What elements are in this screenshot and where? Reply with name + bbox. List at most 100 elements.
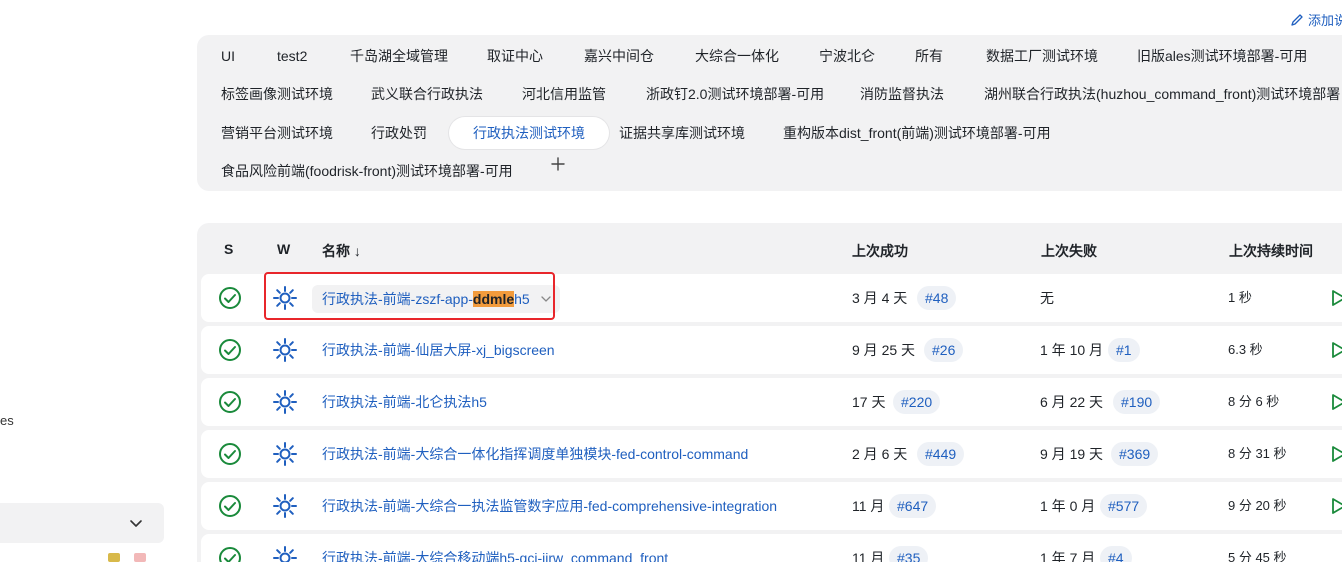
last-failure-build-wrap: #4	[1090, 546, 1132, 562]
table-row: 行政执法-前端-仙居大屏-xj_bigscreen 9 月 25 天 #26 1…	[201, 326, 1342, 374]
play-build-icon[interactable]	[1328, 392, 1342, 412]
last-duration: 9 分 20 秒	[1228, 498, 1287, 513]
column-header-last-failure[interactable]: 上次失败	[1041, 241, 1097, 261]
tab-all[interactable]: 所有	[891, 40, 967, 72]
jenkins-dashboard: es 添加说 UI test2 千岛湖全域管理 取证中心 嘉兴中间仓 大综合一体…	[0, 0, 1342, 562]
last-success-time: 9 月 25 天	[852, 342, 916, 358]
last-success-time: 2 月 6 天	[852, 446, 908, 462]
tab-test2[interactable]: test2	[253, 40, 331, 72]
weather-small-icon	[108, 553, 120, 562]
success-status-icon	[219, 547, 241, 562]
column-header-name[interactable]: 名称 ↓	[322, 241, 361, 261]
sunny-weather-icon	[273, 494, 297, 518]
last-success-build-wrap: #26	[914, 338, 964, 362]
tab-zhezhengding[interactable]: 浙政钉2.0测试环境部署-可用	[622, 78, 848, 110]
column-header-last-duration[interactable]: 上次持续时间	[1229, 241, 1313, 261]
sunny-weather-icon	[273, 442, 297, 466]
tab-fire[interactable]: 消防监督执法	[836, 78, 968, 110]
last-failure-build-wrap: #190	[1103, 390, 1161, 414]
tab-tag-profile[interactable]: 标签画像测试环境	[197, 78, 357, 110]
last-failure-time: 6 月 22 天	[1040, 394, 1104, 410]
last-success-build-wrap: #449	[907, 442, 965, 466]
tab-law-enforcement-test[interactable]: 行政执法测试环境	[449, 117, 609, 149]
last-success-build-wrap: #48	[907, 286, 957, 310]
last-failure-time: 9 月 19 天	[1040, 446, 1104, 462]
sunny-weather-icon	[273, 546, 297, 562]
last-success-build-wrap: #35	[879, 546, 929, 562]
last-failure-build[interactable]: #190	[1113, 390, 1161, 414]
tab-qiandaohu[interactable]: 千岛湖全域管理	[326, 40, 472, 72]
tab-marketing[interactable]: 营销平台测试环境	[197, 117, 357, 149]
success-status-icon	[219, 391, 241, 413]
error-small-icon	[134, 553, 146, 562]
last-success-build-wrap: #647	[879, 494, 937, 518]
tab-ui[interactable]: UI	[197, 40, 259, 72]
tab-jiaxing[interactable]: 嘉兴中间仓	[560, 40, 678, 72]
last-duration: 8 分 6 秒	[1228, 394, 1280, 409]
last-duration: 6.3 秒	[1228, 342, 1263, 357]
play-build-icon[interactable]	[1328, 444, 1342, 464]
job-link[interactable]: 行政执法-前端-大综合移动端h5-gcj-jirw_command_front	[322, 548, 668, 562]
last-failure-build[interactable]: #577	[1100, 494, 1148, 518]
tab-hebei[interactable]: 河北信用监管	[498, 78, 630, 110]
column-header-status[interactable]: S	[224, 241, 233, 257]
tab-huzhou[interactable]: 湖州联合行政执法(huzhou_command_front)测试环境部署	[960, 78, 1342, 110]
column-header-weather[interactable]: W	[277, 241, 290, 257]
edit-icon	[1291, 13, 1303, 26]
last-failure-time: 无	[1040, 290, 1054, 306]
tab-wuyi[interactable]: 武义联合行政执法	[347, 78, 507, 110]
table-row: 行政执法-前端-北仑执法h5 17 天 #220 6 月 22 天 #190 8…	[201, 378, 1342, 426]
last-failure-build[interactable]: #369	[1111, 442, 1159, 466]
job-link[interactable]: 行政执法-前端-北仑执法h5	[322, 392, 487, 412]
last-success-build[interactable]: #220	[893, 390, 941, 414]
last-success-build[interactable]: #449	[917, 442, 965, 466]
column-header-last-success[interactable]: 上次成功	[852, 241, 908, 261]
sidebar-dropdown[interactable]	[0, 503, 164, 543]
last-failure-build[interactable]: #4	[1100, 546, 1132, 562]
last-failure-build-wrap: #369	[1101, 442, 1159, 466]
success-status-icon	[219, 339, 241, 361]
play-build-icon[interactable]	[1328, 496, 1342, 516]
last-success-build[interactable]: #26	[924, 338, 964, 362]
last-failure-time: 1 年 10 月	[1040, 342, 1104, 358]
table-row: 行政执法-前端-大综合移动端h5-gcj-jirw_command_front …	[201, 534, 1342, 562]
last-success-build[interactable]: #48	[917, 286, 957, 310]
tab-evidence-center[interactable]: 取证中心	[463, 40, 567, 72]
tab-old-ales[interactable]: 旧版ales测试环境部署-可用	[1113, 40, 1331, 72]
last-failure-build-wrap: #1	[1098, 338, 1140, 362]
tab-admin-penalty[interactable]: 行政处罚	[347, 117, 451, 149]
tab-data-factory[interactable]: 数据工厂测试环境	[962, 40, 1122, 72]
tab-evidence-share[interactable]: 证据共享库测试环境	[595, 117, 769, 149]
play-build-icon[interactable]	[1328, 288, 1342, 308]
job-link[interactable]: 行政执法-前端-仙居大屏-xj_bigscreen	[322, 340, 555, 360]
play-build-icon[interactable]	[1328, 340, 1342, 360]
last-failure-time: 1 年 7 月	[1040, 550, 1096, 562]
last-success-time: 17 天	[852, 394, 886, 410]
success-status-icon	[219, 495, 241, 517]
last-failure-time: 1 年 0 月	[1040, 498, 1096, 514]
add-description-link[interactable]: 添加说	[1290, 10, 1342, 29]
tab-ningbo[interactable]: 宁波北仑	[795, 40, 899, 72]
last-failure-build[interactable]: #1	[1108, 338, 1140, 362]
last-success-build-wrap: #220	[883, 390, 941, 414]
table-row: 行政执法-前端-大综合一体化指挥调度单独模块-fed-control-comma…	[201, 430, 1342, 478]
sidebar-tiny-icons	[108, 553, 146, 562]
success-status-icon	[219, 443, 241, 465]
last-success-build[interactable]: #647	[889, 494, 937, 518]
last-duration: 5 分 45 秒	[1228, 550, 1287, 562]
last-success-time: 3 月 4 天	[852, 290, 908, 306]
success-status-icon	[219, 287, 241, 309]
last-duration: 8 分 31 秒	[1228, 446, 1287, 461]
job-link[interactable]: 行政执法-前端-大综合一体化指挥调度单独模块-fed-control-comma…	[322, 444, 748, 464]
tab-foodrisk[interactable]: 食品风险前端(foodrisk-front)测试环境部署-可用	[197, 155, 537, 187]
add-tab-icon[interactable]	[548, 154, 568, 174]
sunny-weather-icon	[273, 390, 297, 414]
add-description-label: 添加说	[1308, 13, 1342, 28]
highlight-annotation-box	[264, 272, 555, 320]
tab-integration[interactable]: 大综合一体化	[671, 40, 803, 72]
tab-dist-front[interactable]: 重构版本dist_front(前端)测试环境部署-可用	[759, 117, 1075, 149]
job-link[interactable]: 行政执法-前端-大综合一执法监管数字应用-fed-comprehensive-i…	[322, 496, 777, 516]
last-failure-build-wrap: #577	[1090, 494, 1148, 518]
last-success-build[interactable]: #35	[889, 546, 929, 562]
last-duration: 1 秒	[1228, 290, 1252, 305]
